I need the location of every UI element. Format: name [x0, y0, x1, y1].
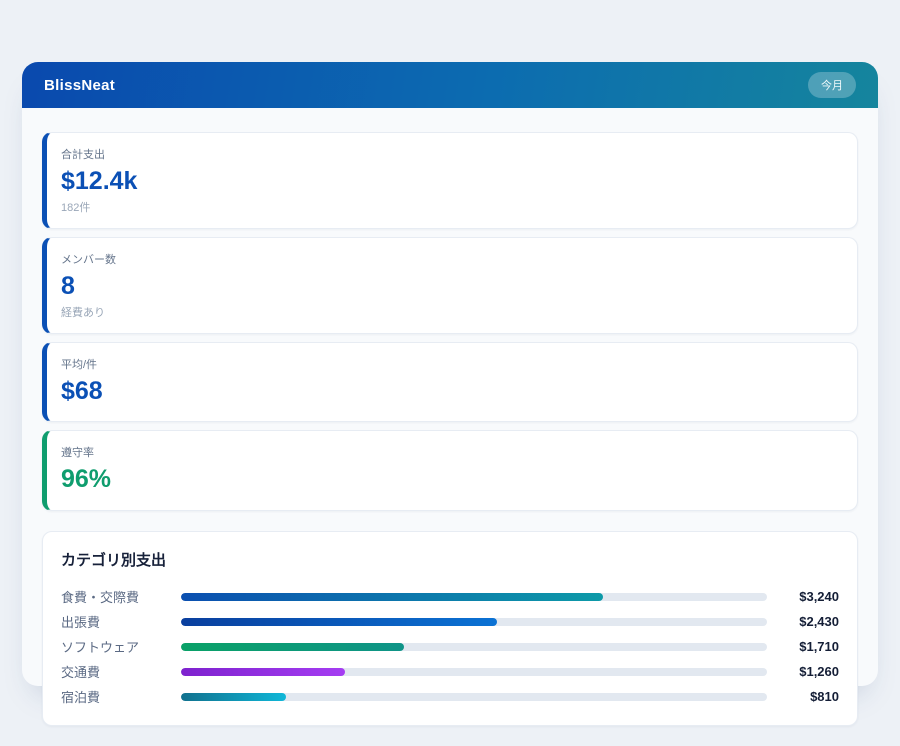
- category-label: 宿泊費: [61, 687, 181, 706]
- category-bar-fill: [181, 643, 404, 651]
- app-header: BlissNeat 今月: [22, 62, 878, 108]
- stat-card-compliance-rate: 遵守率 96%: [42, 430, 858, 511]
- category-row: 交通費 $1,260: [61, 659, 839, 684]
- stat-label: 遵守率: [61, 444, 839, 460]
- category-label: 交通費: [61, 662, 181, 681]
- category-row: 宿泊費 $810: [61, 684, 839, 709]
- stat-value: 8: [61, 272, 839, 301]
- category-row: ソフトウェア $1,710: [61, 634, 839, 659]
- stat-value: 96%: [61, 465, 839, 494]
- stat-value: $68: [61, 377, 839, 406]
- stat-value: $12.4k: [61, 167, 839, 196]
- category-value: $1,710: [777, 639, 839, 654]
- category-label: 食費・交際費: [61, 587, 181, 606]
- stat-subtext: 経費あり: [61, 304, 839, 320]
- category-section-title: カテゴリ別支出: [61, 549, 839, 570]
- category-bar-track: [181, 668, 767, 676]
- category-label: 出張費: [61, 612, 181, 631]
- stat-label: メンバー数: [61, 251, 839, 267]
- category-breakdown-card: カテゴリ別支出 食費・交際費 $3,240 出張費 $2,430 ソフトウェア …: [42, 531, 858, 726]
- stat-subtext: 182件: [61, 199, 839, 215]
- category-value: $810: [777, 689, 839, 704]
- dashboard-panel: BlissNeat 今月 合計支出 $12.4k 182件 メンバー数 8 経費…: [22, 62, 878, 686]
- app-title: BlissNeat: [44, 77, 115, 94]
- category-bar-fill: [181, 668, 345, 676]
- stat-card-total-spend: 合計支出 $12.4k 182件: [42, 132, 858, 229]
- category-bar-fill: [181, 693, 286, 701]
- category-bar-fill: [181, 618, 497, 626]
- stat-card-members: メンバー数 8 経費あり: [42, 237, 858, 334]
- stat-label: 平均/件: [61, 356, 839, 372]
- stats-section: 合計支出 $12.4k 182件 メンバー数 8 経費あり 平均/件 $68 遵…: [42, 132, 858, 511]
- category-label: ソフトウェア: [61, 637, 181, 656]
- dashboard-content: 合計支出 $12.4k 182件 メンバー数 8 経費あり 平均/件 $68 遵…: [22, 108, 878, 746]
- stat-card-average-per-item: 平均/件 $68: [42, 342, 858, 423]
- category-row: 食費・交際費 $3,240: [61, 584, 839, 609]
- stat-label: 合計支出: [61, 146, 839, 162]
- period-badge[interactable]: 今月: [808, 72, 856, 98]
- category-value: $1,260: [777, 664, 839, 679]
- category-bar-track: [181, 618, 767, 626]
- category-bar-fill: [181, 593, 603, 601]
- category-bar-track: [181, 693, 767, 701]
- category-value: $3,240: [777, 589, 839, 604]
- category-row: 出張費 $2,430: [61, 609, 839, 634]
- category-bar-track: [181, 643, 767, 651]
- category-value: $2,430: [777, 614, 839, 629]
- category-bar-track: [181, 593, 767, 601]
